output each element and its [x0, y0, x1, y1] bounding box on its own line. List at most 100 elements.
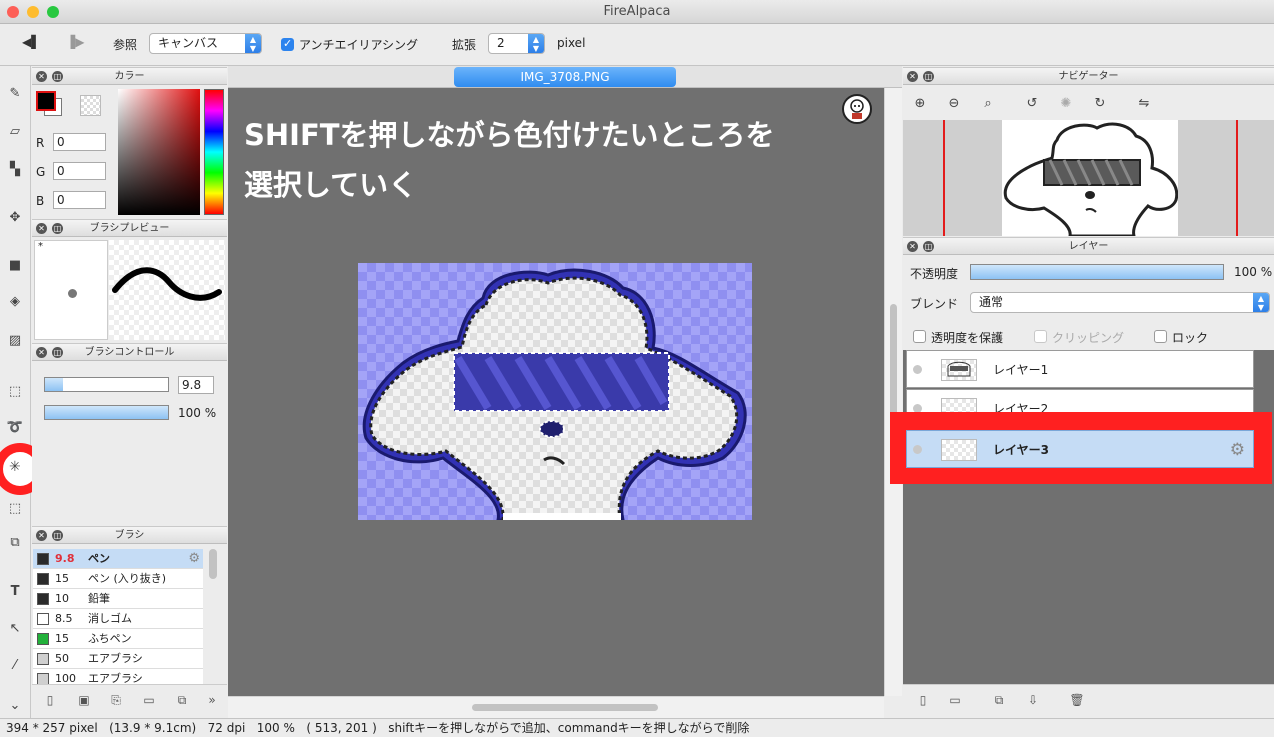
canvas-image[interactable]: [358, 263, 752, 520]
reference-select-value: キャンバス: [158, 36, 219, 50]
foreground-color-swatch[interactable]: [36, 91, 56, 111]
hue-slider[interactable]: [204, 89, 224, 215]
brush-list-item[interactable]: 50 エアブラシ: [33, 649, 203, 669]
brush-color-swatch: [37, 633, 49, 645]
eraser-tool-icon[interactable]: ▱: [5, 122, 25, 142]
layer-opacity-slider[interactable]: [970, 264, 1224, 280]
brush-name: ペン: [88, 552, 110, 565]
folder-icon[interactable]: ▭: [141, 692, 157, 708]
close-icon[interactable]: ✕: [36, 223, 47, 234]
next-icon[interactable]: ▐▶: [66, 35, 84, 49]
detach-icon[interactable]: ◫: [52, 71, 63, 82]
magic-wand-tool-icon[interactable]: ✳: [9, 459, 21, 475]
pen-tool-icon[interactable]: ✎: [5, 84, 25, 104]
close-icon[interactable]: ✕: [907, 71, 918, 82]
layer-panel-title: レイヤー: [1068, 241, 1109, 252]
transparent-swatch[interactable]: [80, 95, 101, 116]
saturation-value-picker[interactable]: [118, 89, 200, 215]
antialias-checkbox[interactable]: [281, 37, 294, 51]
rotate-right-icon[interactable]: ↻: [1092, 96, 1108, 112]
brush-size-field[interactable]: 9.8: [178, 376, 214, 394]
flip-icon[interactable]: ⇋: [1136, 96, 1152, 112]
canvas-vertical-scrollbar[interactable]: [884, 88, 902, 696]
detach-icon[interactable]: ◫: [52, 347, 63, 358]
prev-icon[interactable]: ◀▌: [22, 35, 40, 49]
canvas-horizontal-scrollbar[interactable]: [228, 696, 884, 718]
brush-size-slider[interactable]: [44, 377, 169, 392]
close-icon[interactable]: ✕: [36, 347, 47, 358]
fill-tool-icon[interactable]: ■: [5, 256, 25, 276]
navigator-preview[interactable]: [903, 120, 1274, 238]
close-window-button[interactable]: [7, 6, 19, 18]
blend-label: ブレンド: [910, 297, 959, 311]
brush-list-item[interactable]: 9.8 ペン ⚙: [33, 549, 203, 569]
detach-icon[interactable]: ◫: [52, 530, 63, 541]
text-tool-icon[interactable]: T: [5, 582, 25, 602]
g-field[interactable]: 0: [53, 162, 106, 180]
zoom-reset-icon[interactable]: ⌕: [980, 96, 996, 112]
new-folder-icon[interactable]: ▭: [947, 692, 963, 708]
more-icon[interactable]: »: [204, 692, 220, 708]
eyedropper-tool-icon[interactable]: ⁄: [5, 656, 25, 676]
zoom-in-icon[interactable]: ⊕: [912, 96, 928, 112]
brush-list-scrollbar[interactable]: [209, 549, 217, 579]
layer-row-3[interactable]: レイヤー3 ⚙: [906, 430, 1254, 468]
gear-icon[interactable]: ⚙: [1230, 440, 1245, 460]
move-tool-icon[interactable]: ✥: [5, 208, 25, 228]
duplicate-brush-icon[interactable]: ⧉: [174, 692, 190, 708]
lock-checkbox[interactable]: [1154, 330, 1167, 343]
r-field[interactable]: 0: [53, 133, 106, 151]
zoom-out-icon[interactable]: ⊖: [946, 96, 962, 112]
layer-visibility-toggle[interactable]: [913, 365, 922, 374]
zoom-window-button[interactable]: [47, 6, 59, 18]
select-pen-tool-icon[interactable]: ⬚: [5, 499, 25, 519]
rotate-reset-icon[interactable]: ✺: [1058, 96, 1074, 112]
b-field[interactable]: 0: [53, 191, 106, 209]
brush-list-item[interactable]: 8.5 消しゴム: [33, 609, 203, 629]
gradient-tool-icon[interactable]: ▨: [5, 331, 25, 351]
detach-icon[interactable]: ◫: [923, 71, 934, 82]
import-brush-icon[interactable]: ▣: [76, 692, 92, 708]
brush-list-item[interactable]: 15 ふちペン: [33, 629, 203, 649]
select-tool-icon[interactable]: ⬚: [5, 382, 25, 402]
document-tab[interactable]: IMG_3708.PNG: [454, 67, 676, 87]
b-label: B: [36, 194, 45, 208]
protect-alpha-checkbox[interactable]: [913, 330, 926, 343]
brush-opacity-slider[interactable]: [44, 405, 169, 420]
lasso-tool-icon[interactable]: ➰: [5, 418, 25, 438]
duplicate-layer-icon[interactable]: ⧉: [991, 692, 1007, 708]
brush-list-item[interactable]: 10 鉛筆: [33, 589, 203, 609]
close-icon[interactable]: ✕: [907, 241, 918, 252]
detach-icon[interactable]: ◫: [923, 241, 934, 252]
rotate-left-icon[interactable]: ↺: [1024, 96, 1040, 112]
horizontal-scroll-thumb[interactable]: [472, 704, 658, 711]
script-brush-icon[interactable]: ⎘: [108, 692, 124, 708]
gear-icon[interactable]: ⚙: [188, 549, 200, 568]
brush-name: ふちペン: [88, 632, 132, 645]
status-coords: ( 513, 201 ): [306, 721, 377, 735]
dot-tool-icon[interactable]: ▚: [5, 160, 25, 180]
reference-select[interactable]: キャンバス ▲ ▼: [149, 33, 262, 54]
layer-row-1[interactable]: レイヤー1: [906, 350, 1254, 388]
bucket-tool-icon[interactable]: ◈: [5, 292, 25, 312]
layer-visibility-toggle[interactable]: [913, 445, 922, 454]
canvas-area[interactable]: SHIFTを押しながら色付けたいところを 選択していく: [228, 88, 884, 696]
brush-opacity-fill: [45, 406, 168, 419]
close-icon[interactable]: ✕: [36, 71, 47, 82]
detach-icon[interactable]: ◫: [52, 223, 63, 234]
new-layer-icon[interactable]: ▯: [915, 692, 931, 708]
clipping-checkbox[interactable]: [1034, 330, 1047, 343]
more-tools-icon[interactable]: ⌄: [5, 696, 25, 716]
blend-select[interactable]: 通常 ▲ ▼: [970, 292, 1270, 313]
new-brush-icon[interactable]: ▯: [42, 692, 58, 708]
antialias-label: アンチエイリアシング: [299, 38, 419, 52]
close-icon[interactable]: ✕: [36, 530, 47, 541]
brush-preview-title: ブラシプレビュー: [89, 223, 170, 234]
trash-icon[interactable]: 🗑: [1069, 692, 1085, 708]
minimize-window-button[interactable]: [27, 6, 39, 18]
brush-list-item[interactable]: 15 ペン (入り抜き): [33, 569, 203, 589]
merge-down-icon[interactable]: ⇩: [1025, 692, 1041, 708]
select-eraser-tool-icon[interactable]: ⧉: [5, 533, 25, 553]
operation-tool-icon[interactable]: ↖: [5, 619, 25, 639]
expand-select[interactable]: 2 ▲ ▼: [488, 33, 545, 54]
